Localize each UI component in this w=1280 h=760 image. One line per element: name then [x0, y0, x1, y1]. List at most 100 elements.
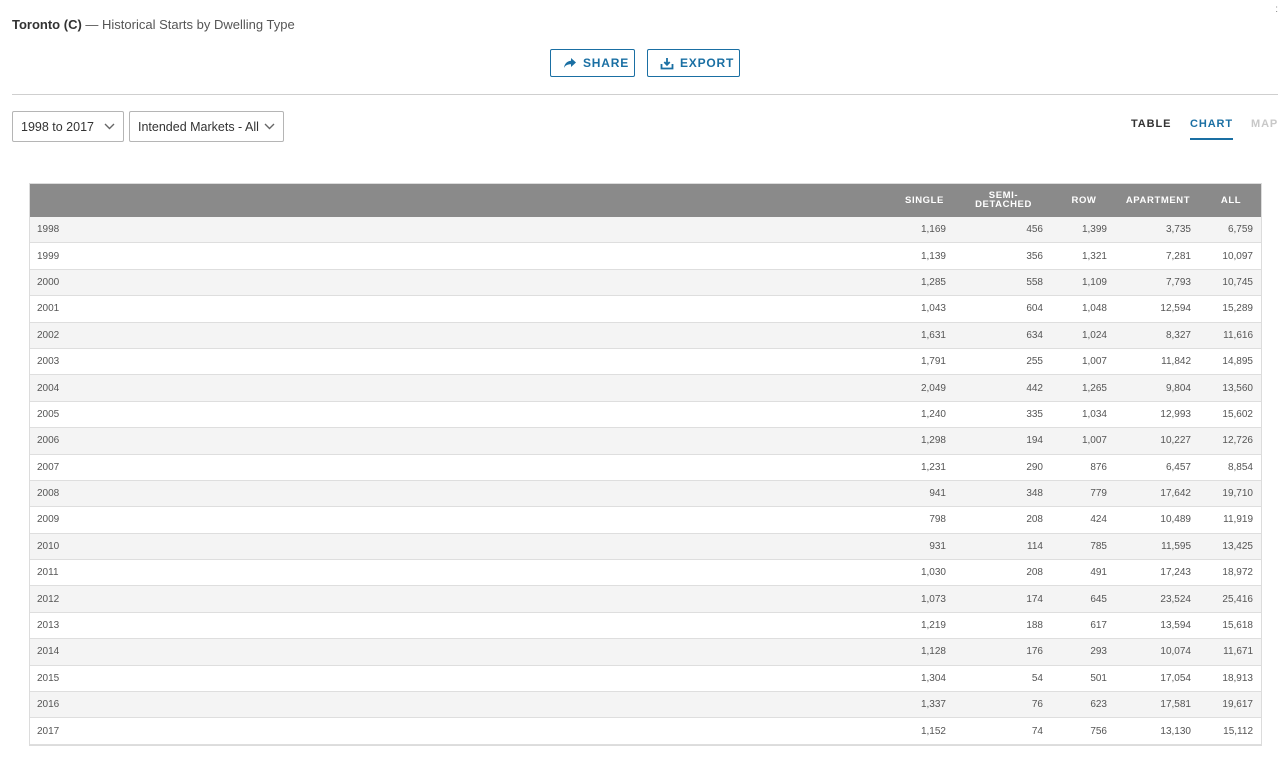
- cell-single: 798: [894, 506, 955, 534]
- page-title-description: — Historical Starts by Dwelling Type: [81, 17, 295, 32]
- table-row: 2009 798 208 424 10,489 11,919: [29, 506, 1262, 534]
- starts-table: SINGLE SEMI- DETACHED ROW APARTMENT ALL …: [29, 183, 1262, 745]
- download-tray-icon: [660, 57, 674, 70]
- cell-apartment: 9,804: [1116, 374, 1200, 402]
- cell-single: 1,219: [894, 612, 955, 640]
- cell-single: 2,049: [894, 374, 955, 402]
- intended-markets-select[interactable]: Intended Markets - All: [129, 111, 284, 142]
- year-range-select[interactable]: 1998 to 2017: [12, 111, 124, 142]
- tab-chart[interactable]: CHART: [1190, 116, 1233, 140]
- table-body: 1998 1,169 456 1,399 3,735 6,759 1999 1,139 356 1…: [29, 217, 1262, 745]
- cell-apartment: 17,642: [1116, 480, 1200, 508]
- table-row: 2015 1,304 54 501 17,054 18,913: [29, 665, 1262, 693]
- cell-all: 18,972: [1200, 559, 1262, 587]
- cell-year: 2015: [29, 665, 894, 693]
- cell-all: 15,618: [1200, 612, 1262, 640]
- close-icon[interactable]: :: [1275, 4, 1278, 15]
- cell-single: 1,791: [894, 348, 955, 376]
- share-button-label: SHARE: [583, 56, 630, 70]
- header-divider: [12, 94, 1278, 95]
- cell-row: 623: [1052, 691, 1116, 719]
- cell-semi-detached: 356: [955, 242, 1052, 270]
- share-button[interactable]: SHARE: [550, 49, 635, 77]
- cell-semi-detached: 255: [955, 348, 1052, 376]
- cell-semi-detached: 290: [955, 454, 1052, 481]
- cell-apartment: 23,524: [1116, 585, 1200, 613]
- cell-year: 2004: [29, 374, 894, 402]
- cell-all: 19,710: [1200, 480, 1262, 508]
- table-row: 2006 1,298 194 1,007 10,227 12,726: [29, 427, 1262, 455]
- share-arrow-icon: [563, 57, 577, 69]
- cell-row: 645: [1052, 585, 1116, 613]
- cell-year: 2007: [29, 454, 894, 481]
- cell-row: 617: [1052, 612, 1116, 640]
- cell-year: 2016: [29, 691, 894, 719]
- cell-year: 2009: [29, 506, 894, 534]
- cell-semi-detached: 208: [955, 506, 1052, 534]
- cell-year: 2002: [29, 322, 894, 349]
- column-header-single[interactable]: SINGLE: [894, 183, 955, 217]
- cell-row: 1,007: [1052, 348, 1116, 376]
- cell-apartment: 12,993: [1116, 401, 1200, 429]
- cell-year: 2011: [29, 559, 894, 587]
- cell-semi-detached: 208: [955, 559, 1052, 587]
- table-header-row: SINGLE SEMI- DETACHED ROW APARTMENT ALL: [29, 183, 1262, 217]
- table-row: 2005 1,240 335 1,034 12,993 15,602: [29, 401, 1262, 429]
- cell-year: 2012: [29, 585, 894, 613]
- export-button[interactable]: EXPORT: [647, 49, 740, 77]
- column-header-apartment[interactable]: APARTMENT: [1116, 183, 1200, 217]
- cell-apartment: 12,594: [1116, 295, 1200, 323]
- cell-year: 2001: [29, 295, 894, 323]
- cell-row: 756: [1052, 717, 1116, 745]
- column-header-all[interactable]: ALL: [1200, 183, 1262, 217]
- cell-single: 1,304: [894, 665, 955, 693]
- cell-row: 1,007: [1052, 427, 1116, 455]
- cell-all: 13,560: [1200, 374, 1262, 402]
- cell-row: 876: [1052, 454, 1116, 481]
- cell-row: 501: [1052, 665, 1116, 693]
- cell-semi-detached: 174: [955, 585, 1052, 613]
- cell-apartment: 17,243: [1116, 559, 1200, 587]
- column-header-year: [29, 183, 894, 217]
- table-row: 2011 1,030 208 491 17,243 18,972: [29, 559, 1262, 587]
- cell-row: 779: [1052, 480, 1116, 508]
- cell-year: 2003: [29, 348, 894, 376]
- cell-single: 1,298: [894, 427, 955, 455]
- tab-map[interactable]: MAP: [1251, 116, 1278, 138]
- cell-all: 14,895: [1200, 348, 1262, 376]
- cell-apartment: 6,457: [1116, 454, 1200, 481]
- cell-semi-detached: 76: [955, 691, 1052, 719]
- cell-single: 1,030: [894, 559, 955, 587]
- cell-all: 15,289: [1200, 295, 1262, 323]
- cell-apartment: 10,227: [1116, 427, 1200, 455]
- cell-all: 12,726: [1200, 427, 1262, 455]
- cell-apartment: 17,054: [1116, 665, 1200, 693]
- cell-semi-detached: 54: [955, 665, 1052, 693]
- cell-row: 1,034: [1052, 401, 1116, 429]
- cell-semi-detached: 335: [955, 401, 1052, 429]
- cell-apartment: 13,130: [1116, 717, 1200, 745]
- table-row: 2017 1,152 74 756 13,130 15,112: [29, 717, 1262, 745]
- cell-all: 11,919: [1200, 506, 1262, 534]
- page-title-geography: Toronto (C): [12, 17, 82, 32]
- cell-single: 941: [894, 480, 955, 508]
- cell-row: 785: [1052, 533, 1116, 561]
- tab-table[interactable]: TABLE: [1131, 116, 1171, 138]
- cell-semi-detached: 604: [955, 295, 1052, 323]
- cell-single: 1,631: [894, 322, 955, 349]
- cell-apartment: 8,327: [1116, 322, 1200, 349]
- cell-row: 491: [1052, 559, 1116, 587]
- cell-single: 931: [894, 533, 955, 561]
- table-row: 2013 1,219 188 617 13,594 15,618: [29, 612, 1262, 640]
- chevron-down-icon: [104, 123, 115, 130]
- cell-year: 2008: [29, 480, 894, 508]
- cell-all: 11,671: [1200, 638, 1262, 666]
- cell-apartment: 7,281: [1116, 242, 1200, 270]
- table-row: 2000 1,285 558 1,109 7,793 10,745: [29, 269, 1262, 297]
- column-header-row[interactable]: ROW: [1052, 183, 1116, 217]
- table-row: 2007 1,231 290 876 6,457 8,854: [29, 454, 1262, 481]
- column-header-semi-detached[interactable]: SEMI- DETACHED: [955, 183, 1052, 217]
- cell-row: 1,321: [1052, 242, 1116, 270]
- view-tabs: TABLE CHART MAP: [1131, 116, 1280, 140]
- cell-semi-detached: 456: [955, 217, 1052, 244]
